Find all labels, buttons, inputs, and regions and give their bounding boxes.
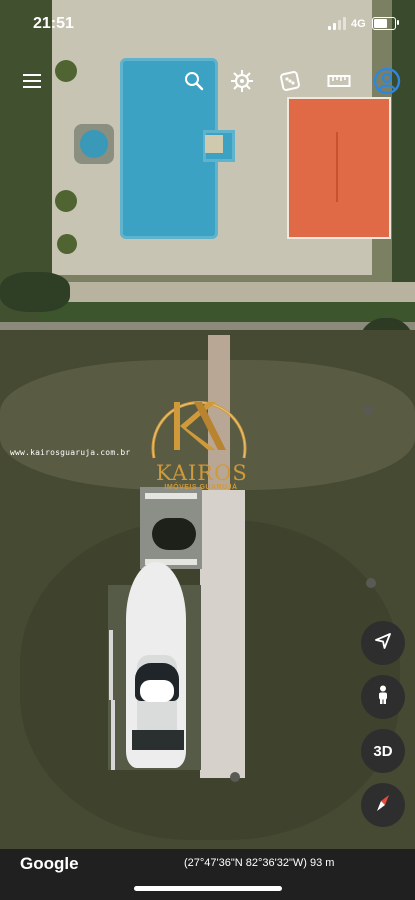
- palm-tree: [0, 272, 70, 312]
- mooring-pole: [109, 630, 113, 700]
- watermark-subtitle: IMÓVEIS GUARUJÁ: [164, 484, 238, 491]
- spa-water: [80, 130, 108, 158]
- search-icon[interactable]: [180, 68, 208, 94]
- shrub: [55, 60, 77, 82]
- seawall: [0, 322, 415, 330]
- status-time: 21:51: [33, 15, 74, 32]
- dock-pile: [363, 405, 373, 415]
- ruler-icon[interactable]: [325, 68, 353, 94]
- boat-lift-well: [152, 518, 196, 550]
- battery-cap: [397, 20, 399, 25]
- boat-lift-rail: [145, 493, 197, 499]
- kairos-logo: [146, 380, 252, 460]
- dock-pier: [200, 490, 245, 778]
- status-bar: 21:51 4G: [0, 0, 415, 48]
- my-location-button[interactable]: [361, 621, 405, 665]
- account-icon[interactable]: [372, 66, 402, 96]
- watermark-brand: KAIROS: [156, 461, 248, 485]
- battery-icon: [372, 17, 396, 30]
- lawn-right: [392, 0, 415, 330]
- garden-path: [40, 282, 415, 302]
- signal-icon: [328, 16, 348, 30]
- shrub: [55, 190, 77, 212]
- compass-icon: [370, 790, 396, 820]
- view-mode-toggle[interactable]: 3D: [361, 729, 405, 773]
- pegman-icon: [376, 685, 390, 709]
- coordinates-readout: (27°47'36"N 82°36'32"W) 93 m: [184, 857, 335, 869]
- boat-seat: [140, 680, 174, 702]
- dice-icon[interactable]: [276, 68, 304, 94]
- mooring-pole: [111, 700, 115, 770]
- dock-pile: [230, 772, 240, 782]
- shrub: [57, 234, 77, 254]
- dock-pile: [366, 578, 376, 588]
- network-type: 4G: [351, 18, 366, 30]
- boat-stern: [132, 730, 184, 750]
- pool-deck-tile: [205, 135, 223, 153]
- voyager-icon[interactable]: [228, 68, 256, 94]
- view-mode-label: 3D: [373, 742, 393, 760]
- watermark-url: www.kairosguaruja.com.br: [10, 448, 131, 457]
- street-view-button[interactable]: [361, 675, 405, 719]
- red-roof-cabana: [287, 97, 391, 239]
- home-indicator[interactable]: [134, 886, 282, 891]
- navigation-arrow-icon: [374, 632, 392, 654]
- compass-button[interactable]: [361, 783, 405, 827]
- menu-icon[interactable]: [18, 68, 46, 94]
- google-logo: Google: [20, 854, 79, 873]
- roof-ridge: [336, 132, 338, 202]
